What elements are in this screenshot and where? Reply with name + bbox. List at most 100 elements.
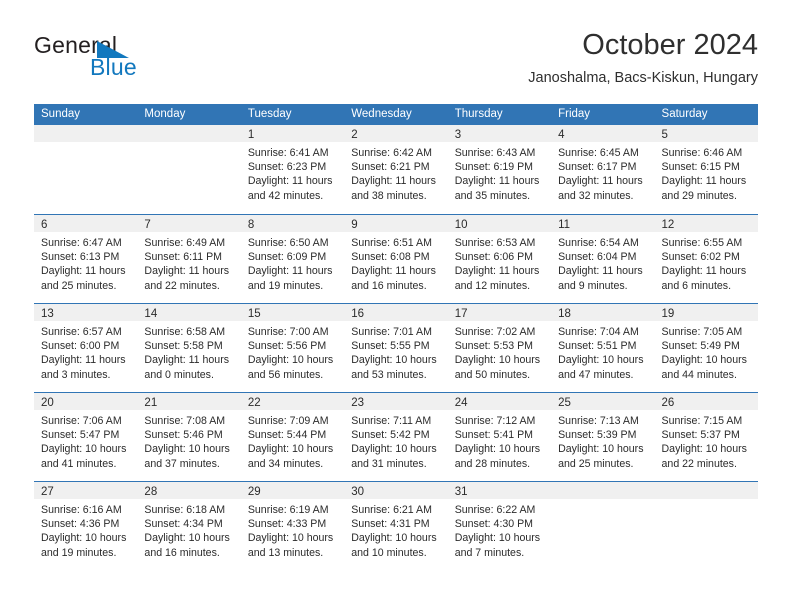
calendar-day-cell[interactable]: 8 Sunrise: 6:50 AM Sunset: 6:09 PM Daylight…	[240, 215, 345, 303]
daylight-text-line2: and 16 minutes.	[144, 546, 220, 559]
sunset-text: Sunset: 6:23 PM	[247, 161, 327, 174]
calendar-day-cell[interactable]: 5 Sunrise: 6:46 AM Sunset: 6:15 PM Daylight…	[654, 125, 758, 214]
sunrise-text: Sunrise: 6:49 AM	[144, 237, 226, 249]
calendar-week-row: 1 Sunrise: 6:41 AM Sunset: 6:23 PM Daylight…	[34, 125, 758, 214]
calendar-day-cell[interactable]: 30 Sunrise: 6:21 AM Sunset: 4:31 PM Dayligh…	[344, 482, 448, 570]
daylight-text-line1: Daylight: 11 hours	[144, 265, 230, 278]
day-number-band: 27	[34, 482, 138, 499]
sunset-text: Sunset: 5:39 PM	[558, 429, 637, 442]
sunrise-text: Sunrise: 7:01 AM	[351, 326, 432, 338]
sunset-text: Sunset: 6:11 PM	[144, 251, 222, 264]
calendar-day-cell[interactable]: 22 Sunrise: 7:09 AM Sunset: 5:44 PM Dayligh…	[240, 393, 345, 481]
day-details: Sunrise: 7:13 AM Sunset: 5:39 PM Daylight:…	[551, 410, 654, 471]
daylight-text-line1: Daylight: 11 hours	[661, 175, 747, 188]
calendar-day-cell[interactable]: 12 Sunrise: 6:55 AM Sunset: 6:02 PM Dayligh…	[654, 215, 758, 303]
day-number: 7	[144, 219, 151, 231]
day-details: Sunrise: 6:46 AM Sunset: 6:15 PM Daylight:…	[655, 142, 758, 203]
calendar-day-cell[interactable]: 26 Sunrise: 7:15 AM Sunset: 5:37 PM Dayligh…	[654, 393, 758, 481]
sunset-text: Sunset: 5:46 PM	[144, 429, 223, 442]
calendar-day-cell[interactable]: 19 Sunrise: 7:05 AM Sunset: 5:49 PM Dayligh…	[654, 304, 758, 392]
daylight-text-line1: Daylight: 10 hours	[454, 354, 541, 367]
day-number: 4	[558, 129, 565, 141]
daylight-text-line2: and 10 minutes.	[351, 546, 427, 559]
calendar-day-cell[interactable]: 31 Sunrise: 6:22 AM Sunset: 4:30 PM Dayligh…	[447, 482, 552, 570]
calendar-day-cell[interactable]: 13 Sunrise: 6:57 AM Sunset: 6:00 PM Dayligh…	[34, 304, 138, 392]
calendar-day-cell-empty	[137, 125, 241, 214]
sunrise-text: Sunrise: 7:05 AM	[661, 326, 743, 338]
day-number: 31	[454, 486, 468, 498]
calendar-page: General Blue October 2024 Janoshalma, Ba…	[0, 0, 792, 612]
day-number: 2	[351, 129, 358, 141]
day-number: 11	[558, 219, 571, 231]
day-number: 17	[454, 308, 468, 320]
day-number-band: 21	[137, 393, 241, 410]
day-number-band: 4	[551, 125, 655, 142]
daylight-text-line2: and 53 minutes.	[351, 368, 427, 381]
day-number: 8	[247, 219, 255, 231]
daylight-text-line1: Daylight: 11 hours	[454, 175, 540, 188]
calendar-day-cell[interactable]: 3 Sunrise: 6:43 AM Sunset: 6:19 PM Daylight…	[447, 125, 552, 214]
daylight-text-line2: and 42 minutes.	[247, 189, 324, 202]
calendar-day-cell[interactable]: 16 Sunrise: 7:01 AM Sunset: 5:55 PM Dayligh…	[344, 304, 448, 392]
sunrise-text: Sunrise: 7:00 AM	[247, 326, 329, 338]
sunset-text: Sunset: 5:44 PM	[247, 429, 327, 442]
day-number-band	[34, 125, 138, 142]
day-of-week-tuesday: Tuesday	[247, 108, 292, 120]
sunrise-text: Sunrise: 7:15 AM	[661, 415, 743, 427]
day-details: Sunrise: 7:11 AM Sunset: 5:42 PM Daylight:…	[344, 410, 447, 471]
calendar-day-cell[interactable]: 15 Sunrise: 7:00 AM Sunset: 5:56 PM Dayligh…	[240, 304, 345, 392]
calendar-day-cell[interactable]: 20 Sunrise: 7:06 AM Sunset: 5:47 PM Dayligh…	[34, 393, 138, 481]
calendar-day-cell[interactable]: 29 Sunrise: 6:19 AM Sunset: 4:33 PM Dayligh…	[240, 482, 345, 570]
calendar-day-cell[interactable]: 28 Sunrise: 6:18 AM Sunset: 4:34 PM Dayligh…	[137, 482, 241, 570]
daylight-text-line2: and 0 minutes.	[144, 368, 214, 381]
daylight-text-line1: Daylight: 10 hours	[247, 532, 334, 545]
calendar-day-cell[interactable]: 17 Sunrise: 7:02 AM Sunset: 5:53 PM Dayligh…	[447, 304, 552, 392]
calendar-day-cell[interactable]: 11 Sunrise: 6:54 AM Sunset: 6:04 PM Dayligh…	[551, 215, 655, 303]
day-number-band: 7	[137, 215, 241, 232]
day-details: Sunrise: 7:15 AM Sunset: 5:37 PM Daylight:…	[655, 410, 758, 471]
day-of-week-sunday: Sunday	[41, 108, 81, 120]
day-number-band: 11	[551, 215, 655, 232]
calendar-day-cell-empty	[34, 125, 138, 214]
day-number-band: 1	[240, 125, 345, 142]
daylight-text-line1: Daylight: 11 hours	[144, 354, 230, 367]
sunrise-text: Sunrise: 7:13 AM	[558, 415, 639, 427]
calendar-week-row: 13 Sunrise: 6:57 AM Sunset: 6:00 PM Dayligh…	[34, 303, 758, 392]
daylight-text-line1: Daylight: 10 hours	[144, 532, 230, 545]
sunset-text: Sunset: 4:34 PM	[144, 518, 223, 531]
calendar-day-cell[interactable]: 10 Sunrise: 6:53 AM Sunset: 6:06 PM Dayligh…	[447, 215, 552, 303]
sunset-text: Sunset: 4:33 PM	[247, 518, 327, 531]
daylight-text-line1: Daylight: 10 hours	[41, 532, 127, 545]
calendar-day-cell[interactable]: 6 Sunrise: 6:47 AM Sunset: 6:13 PM Daylight…	[34, 215, 138, 303]
calendar-day-cell[interactable]: 2 Sunrise: 6:42 AM Sunset: 6:21 PM Daylight…	[344, 125, 448, 214]
sunset-text: Sunset: 6:13 PM	[41, 251, 120, 264]
calendar-day-cell[interactable]: 27 Sunrise: 6:16 AM Sunset: 4:36 PM Dayligh…	[34, 482, 138, 570]
calendar-day-cell[interactable]: 25 Sunrise: 7:13 AM Sunset: 5:39 PM Dayligh…	[551, 393, 655, 481]
daylight-text-line1: Daylight: 10 hours	[351, 532, 437, 545]
calendar-day-cell[interactable]: 1 Sunrise: 6:41 AM Sunset: 6:23 PM Daylight…	[240, 125, 345, 214]
calendar-day-cell[interactable]: 7 Sunrise: 6:49 AM Sunset: 6:11 PM Daylight…	[137, 215, 241, 303]
day-number: 16	[351, 308, 365, 320]
sunset-text: Sunset: 4:36 PM	[41, 518, 120, 531]
calendar-day-cell[interactable]: 18 Sunrise: 7:04 AM Sunset: 5:51 PM Dayligh…	[551, 304, 655, 392]
calendar-day-cell[interactable]: 4 Sunrise: 6:45 AM Sunset: 6:17 PM Daylight…	[551, 125, 655, 214]
day-number-band: 8	[240, 215, 345, 232]
general-blue-logo[interactable]: General Blue	[34, 32, 234, 88]
calendar-day-cell[interactable]: 24 Sunrise: 7:12 AM Sunset: 5:41 PM Dayligh…	[447, 393, 552, 481]
calendar-day-cell[interactable]: 23 Sunrise: 7:11 AM Sunset: 5:42 PM Dayligh…	[344, 393, 448, 481]
calendar-day-cell[interactable]: 14 Sunrise: 6:58 AM Sunset: 5:58 PM Dayligh…	[137, 304, 241, 392]
calendar-day-cell[interactable]: 9 Sunrise: 6:51 AM Sunset: 6:08 PM Daylight…	[344, 215, 448, 303]
sunrise-text: Sunrise: 6:16 AM	[41, 504, 122, 516]
day-number: 30	[351, 486, 365, 498]
sunset-text: Sunset: 5:49 PM	[661, 340, 740, 353]
day-details: Sunrise: 6:58 AM Sunset: 5:58 PM Daylight:…	[137, 321, 240, 382]
day-details: Sunrise: 6:19 AM Sunset: 4:33 PM Daylight:…	[241, 499, 344, 560]
daylight-text-line1: Daylight: 11 hours	[558, 175, 643, 188]
daylight-text-line1: Daylight: 10 hours	[351, 354, 437, 367]
daylight-text-line1: Daylight: 10 hours	[144, 443, 230, 456]
sunset-text: Sunset: 5:55 PM	[351, 340, 430, 353]
daylight-text-line2: and 7 minutes.	[454, 546, 525, 559]
day-details: Sunrise: 6:16 AM Sunset: 4:36 PM Daylight:…	[34, 499, 137, 560]
calendar-day-cell[interactable]: 21 Sunrise: 7:08 AM Sunset: 5:46 PM Dayligh…	[137, 393, 241, 481]
day-details: Sunrise: 6:42 AM Sunset: 6:21 PM Daylight:…	[344, 142, 447, 203]
